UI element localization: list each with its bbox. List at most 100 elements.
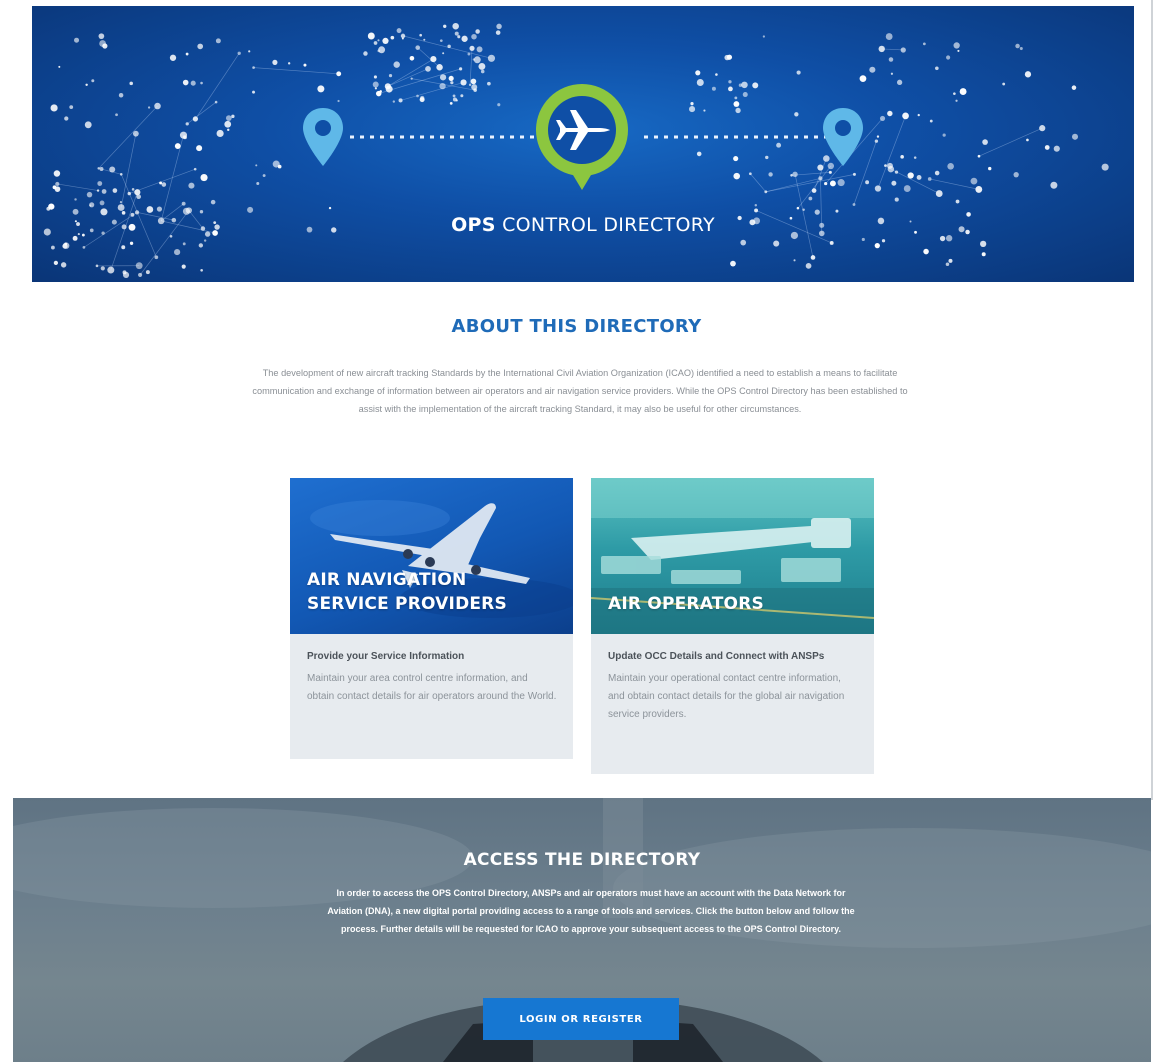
network-dot [50, 104, 58, 112]
network-line [417, 47, 440, 68]
network-line [978, 127, 1043, 157]
network-dot [796, 206, 800, 210]
network-dot [460, 79, 467, 86]
network-dot [457, 35, 461, 39]
access-title: ACCESS THE DIRECTORY [463, 850, 701, 870]
network-dot [455, 99, 458, 102]
network-dot [378, 46, 386, 54]
network-dot [74, 37, 80, 43]
network-dot [154, 255, 159, 260]
network-dot [84, 121, 92, 129]
network-dot [476, 46, 483, 53]
network-dot [419, 97, 425, 103]
network-dot [900, 155, 904, 159]
network-dot [724, 54, 730, 61]
network-dot [200, 81, 203, 85]
network-dot [99, 200, 105, 206]
network-dot [99, 40, 106, 47]
card-air-operators[interactable]: AIR OPERATORS Update OCC Details and Con… [591, 478, 874, 774]
network-dot [927, 177, 932, 181]
network-dot [198, 243, 204, 248]
page: OPS CONTROL DIRECTORY ABOUT THIS DIRECTO… [0, 0, 1153, 1062]
network-dot [468, 83, 472, 87]
network-dot [935, 190, 943, 197]
network-dot [82, 246, 86, 249]
network-dot [461, 35, 468, 42]
network-dot [374, 87, 377, 90]
network-dot [837, 179, 845, 187]
network-dot [865, 180, 870, 185]
network-dot [256, 181, 260, 185]
network-dot [134, 189, 141, 196]
network-dot [317, 85, 325, 93]
network-dot [934, 170, 940, 176]
network-dot [287, 62, 291, 65]
network-dot [72, 235, 78, 241]
hero-title-rest: CONTROL DIRECTORY [495, 214, 715, 236]
network-dot [439, 74, 447, 81]
network-dot [119, 201, 123, 204]
network-dot [400, 33, 406, 39]
network-dot [874, 243, 880, 249]
card-description: Maintain your operational contact centre… [608, 673, 845, 720]
network-dot [107, 266, 115, 274]
network-dot [946, 55, 951, 60]
network-line [98, 105, 158, 169]
network-dot [733, 172, 740, 180]
network-dot [955, 199, 960, 204]
network-dot [764, 190, 768, 194]
network-dot [835, 209, 839, 213]
network-dot [741, 81, 748, 89]
network-dot [475, 29, 480, 34]
network-dot [695, 70, 701, 76]
network-dot [138, 272, 143, 277]
network-dot [765, 155, 769, 160]
network-dot [425, 65, 431, 72]
card-title-line: AIR OPERATORS [608, 594, 764, 614]
network-dot [367, 32, 375, 40]
network-dot [1019, 47, 1023, 51]
login-or-register-button[interactable]: LOGIN OR REGISTER [483, 998, 679, 1040]
network-dot [762, 35, 766, 38]
network-dot [112, 188, 118, 193]
network-dot [754, 203, 758, 207]
network-dot [86, 191, 93, 198]
network-dot [955, 99, 958, 102]
network-dot [91, 79, 95, 83]
network-dot [449, 101, 453, 105]
network-dot [188, 182, 195, 189]
network-dot [58, 65, 61, 68]
network-dot [922, 42, 926, 46]
network-dot [181, 201, 186, 206]
network-dot [373, 41, 378, 45]
network-dot [977, 154, 981, 158]
network-dot [945, 262, 950, 267]
network-dot [852, 172, 856, 176]
card-title-line: AIR NAVIGATION [307, 570, 467, 590]
network-dot [97, 167, 100, 170]
network-dot [146, 206, 154, 213]
network-dot [939, 235, 946, 242]
network-line [797, 165, 832, 209]
card-air-navigation-service-providers[interactable]: AIR NAVIGATION SERVICE PROVIDERS Provide… [290, 478, 573, 759]
network-dot [117, 204, 125, 211]
card-title: AIR OPERATORS [608, 592, 764, 616]
network-dot [829, 241, 834, 245]
network-dot [902, 112, 909, 120]
network-dot [738, 83, 743, 87]
network-dot [119, 172, 123, 176]
network-dot [1026, 138, 1029, 142]
network-dot [336, 71, 342, 77]
network-dot [887, 110, 893, 117]
network-dot [252, 90, 256, 94]
network-dot [185, 122, 189, 126]
network-dot [696, 78, 704, 86]
network-dot [129, 241, 134, 245]
network-dot [101, 189, 107, 194]
network-dot [690, 101, 694, 106]
network-dot [181, 264, 186, 269]
network-dot [473, 56, 481, 64]
network-dot [805, 262, 812, 269]
network-dot [384, 83, 391, 90]
network-dot [454, 31, 459, 36]
